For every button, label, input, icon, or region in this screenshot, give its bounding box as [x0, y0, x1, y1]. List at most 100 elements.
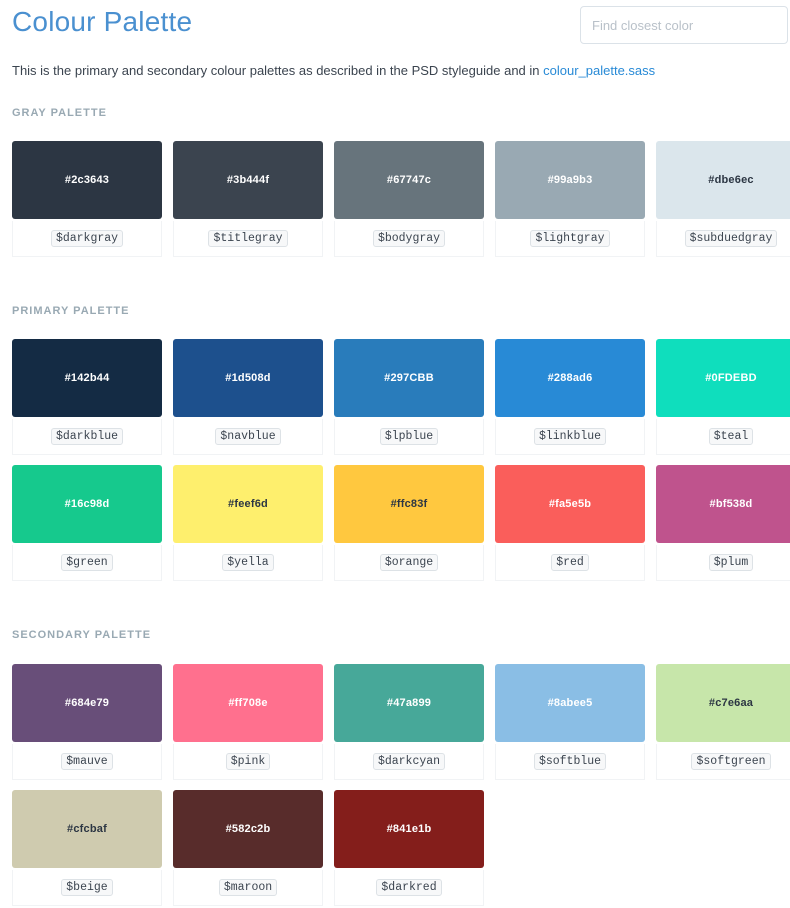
- intro-sentence: This is the primary and secondary colour…: [12, 63, 544, 78]
- color-swatch[interactable]: #47a899: [334, 664, 484, 742]
- color-variable-name: $pink: [225, 753, 271, 770]
- color-card: #3b444f $titlegray: [173, 141, 323, 259]
- color-variable-box: $plum: [656, 545, 790, 581]
- color-swatch[interactable]: #1d508d: [173, 339, 323, 417]
- gray-palette-heading: GRAY PALETTE: [12, 107, 107, 119]
- color-variable-box: $yella: [173, 545, 323, 581]
- color-variable-name: $orange: [379, 554, 439, 571]
- color-card: #c7e6aa $softgreen: [656, 664, 790, 782]
- color-card: #99a9b3 $lightgray: [495, 141, 645, 259]
- color-variable-box: $pink: [173, 744, 323, 780]
- color-variable-name: $softblue: [533, 753, 607, 770]
- intro-text: This is the primary and secondary colour…: [12, 63, 655, 78]
- color-swatch[interactable]: #cfcbaf: [12, 790, 162, 868]
- color-swatch[interactable]: #ff708e: [173, 664, 323, 742]
- color-variable-name: $plum: [708, 554, 754, 571]
- color-variable-name: $maroon: [218, 879, 278, 896]
- secondary-palette-grid: #684e79 $mauve #ff708e $pink #47a899 $darkcya…: [12, 664, 790, 908]
- color-card: #ffc83f $orange: [334, 465, 484, 583]
- color-swatch[interactable]: #99a9b3: [495, 141, 645, 219]
- color-variable-box: $teal: [656, 419, 790, 455]
- page-title: Colour Palette: [12, 6, 193, 37]
- color-swatch[interactable]: #dbe6ec: [656, 141, 790, 219]
- color-variable-box: $darkgray: [12, 221, 162, 257]
- color-swatch[interactable]: #0FDEBD: [656, 339, 790, 417]
- color-swatch[interactable]: #2c3643: [12, 141, 162, 219]
- color-card: #1d508d $navblue: [173, 339, 323, 457]
- color-variable-box: $bodygray: [334, 221, 484, 257]
- color-variable-box: $red: [495, 545, 645, 581]
- color-variable-name: $lightgray: [530, 230, 610, 247]
- color-swatch[interactable]: #ffc83f: [334, 465, 484, 543]
- color-variable-box: $green: [12, 545, 162, 581]
- color-variable-box: $orange: [334, 545, 484, 581]
- color-swatch[interactable]: #297CBB: [334, 339, 484, 417]
- color-card: #dbe6ec $subduedgray: [656, 141, 790, 259]
- color-card: #47a899 $darkcyan: [334, 664, 484, 782]
- color-variable-name: $teal: [708, 428, 754, 445]
- color-swatch[interactable]: #841e1b: [334, 790, 484, 868]
- color-variable-box: $navblue: [173, 419, 323, 455]
- color-card: #8abee5 $softblue: [495, 664, 645, 782]
- color-variable-box: $linkblue: [495, 419, 645, 455]
- color-variable-box: $titlegray: [173, 221, 323, 257]
- color-swatch[interactable]: #feef6d: [173, 465, 323, 543]
- color-card: #582c2b $maroon: [173, 790, 323, 908]
- color-swatch[interactable]: #582c2b: [173, 790, 323, 868]
- color-swatch[interactable]: #bf538d: [656, 465, 790, 543]
- color-variable-name: $softgreen: [691, 753, 771, 770]
- color-card: #2c3643 $darkgray: [12, 141, 162, 259]
- color-swatch[interactable]: #c7e6aa: [656, 664, 790, 742]
- color-variable-name: $mauve: [61, 753, 113, 770]
- color-variable-box: $lpblue: [334, 419, 484, 455]
- color-variable-box: $darkcyan: [334, 744, 484, 780]
- color-swatch[interactable]: #288ad6: [495, 339, 645, 417]
- colour-palette-sass-link[interactable]: colour_palette.sass: [543, 63, 655, 78]
- color-variable-name: $linkblue: [533, 428, 607, 445]
- color-variable-name: $green: [61, 554, 113, 571]
- color-variable-box: $lightgray: [495, 221, 645, 257]
- color-variable-name: $darkcyan: [372, 753, 446, 770]
- color-card: #297CBB $lpblue: [334, 339, 484, 457]
- color-variable-name: $navblue: [215, 428, 281, 445]
- color-variable-box: $mauve: [12, 744, 162, 780]
- color-variable-box: $softgreen: [656, 744, 790, 780]
- color-swatch[interactable]: #142b44: [12, 339, 162, 417]
- primary-palette-grid: #142b44 $darkblue #1d508d $navblue #297CBB $l…: [12, 339, 790, 583]
- color-variable-name: $lpblue: [379, 428, 439, 445]
- find-closest-color-input[interactable]: [580, 6, 788, 44]
- color-card: #684e79 $mauve: [12, 664, 162, 782]
- color-card: #cfcbaf $beige: [12, 790, 162, 908]
- color-card: #288ad6 $linkblue: [495, 339, 645, 457]
- color-swatch[interactable]: #fa5e5b: [495, 465, 645, 543]
- color-variable-name: $titlegray: [208, 230, 288, 247]
- color-card: #fa5e5b $red: [495, 465, 645, 583]
- color-swatch[interactable]: #3b444f: [173, 141, 323, 219]
- color-card: #feef6d $yella: [173, 465, 323, 583]
- color-variable-name: $darkblue: [50, 428, 124, 445]
- gray-palette-grid: #2c3643 $darkgray #3b444f $titlegray #67747c…: [12, 141, 790, 259]
- color-card: #67747c $bodygray: [334, 141, 484, 259]
- color-variable-name: $red: [551, 554, 589, 571]
- color-variable-box: $darkblue: [12, 419, 162, 455]
- color-variable-name: $yella: [222, 554, 274, 571]
- secondary-palette-heading: SECONDARY PALETTE: [12, 629, 152, 641]
- color-swatch[interactable]: #16c98d: [12, 465, 162, 543]
- color-variable-name: $bodygray: [372, 230, 446, 247]
- color-variable-name: $beige: [61, 879, 113, 896]
- color-swatch[interactable]: #67747c: [334, 141, 484, 219]
- color-variable-box: $softblue: [495, 744, 645, 780]
- color-card: #142b44 $darkblue: [12, 339, 162, 457]
- color-variable-box: $subduedgray: [656, 221, 790, 257]
- color-swatch[interactable]: #684e79: [12, 664, 162, 742]
- color-variable-name: $darkgray: [50, 230, 124, 247]
- color-card: #bf538d $plum: [656, 465, 790, 583]
- color-variable-name: $subduedgray: [684, 230, 778, 247]
- color-variable-name: $darkred: [376, 879, 442, 896]
- color-card: #0FDEBD $teal: [656, 339, 790, 457]
- color-card: #841e1b $darkred: [334, 790, 484, 908]
- color-card: #16c98d $green: [12, 465, 162, 583]
- primary-palette-heading: PRIMARY PALETTE: [12, 305, 130, 317]
- color-card: #ff708e $pink: [173, 664, 323, 782]
- color-swatch[interactable]: #8abee5: [495, 664, 645, 742]
